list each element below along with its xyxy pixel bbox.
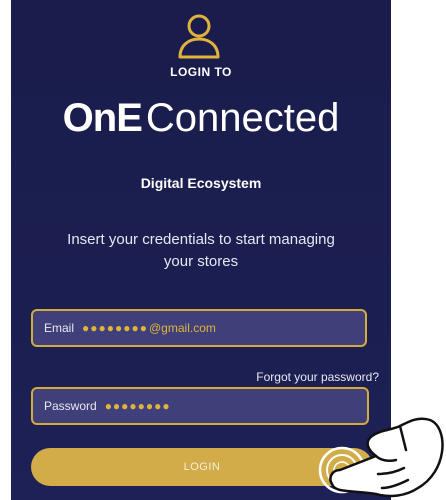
login-screen: LOGIN TO OnE Connected Digital Ecosystem … <box>11 0 391 500</box>
login-to-label: LOGIN TO <box>170 65 232 79</box>
instructions-text: Insert your credentials to start managin… <box>67 231 335 270</box>
brand-part-one: OnE <box>62 96 143 140</box>
email-label: Email <box>44 321 75 335</box>
email-field[interactable]: Email ●●●●●●●● @gmail.com <box>31 309 367 347</box>
forgot-password-link[interactable]: Forgot your password? <box>256 370 379 384</box>
subtitle: Digital Ecosystem <box>140 175 262 191</box>
brand-part-two: Connected <box>145 96 340 140</box>
password-label: Password <box>44 399 97 413</box>
email-masked-value: ●●●●●●●● <box>82 321 148 335</box>
user-icon <box>178 14 220 59</box>
password-masked-value: ●●●●●●●● <box>104 399 171 413</box>
login-button[interactable]: LOGIN <box>31 448 373 486</box>
brand-logo: OnE Connected <box>11 92 391 144</box>
email-domain: @gmail.com <box>149 321 216 335</box>
password-field[interactable]: Password ●●●●●●●● <box>31 387 369 425</box>
